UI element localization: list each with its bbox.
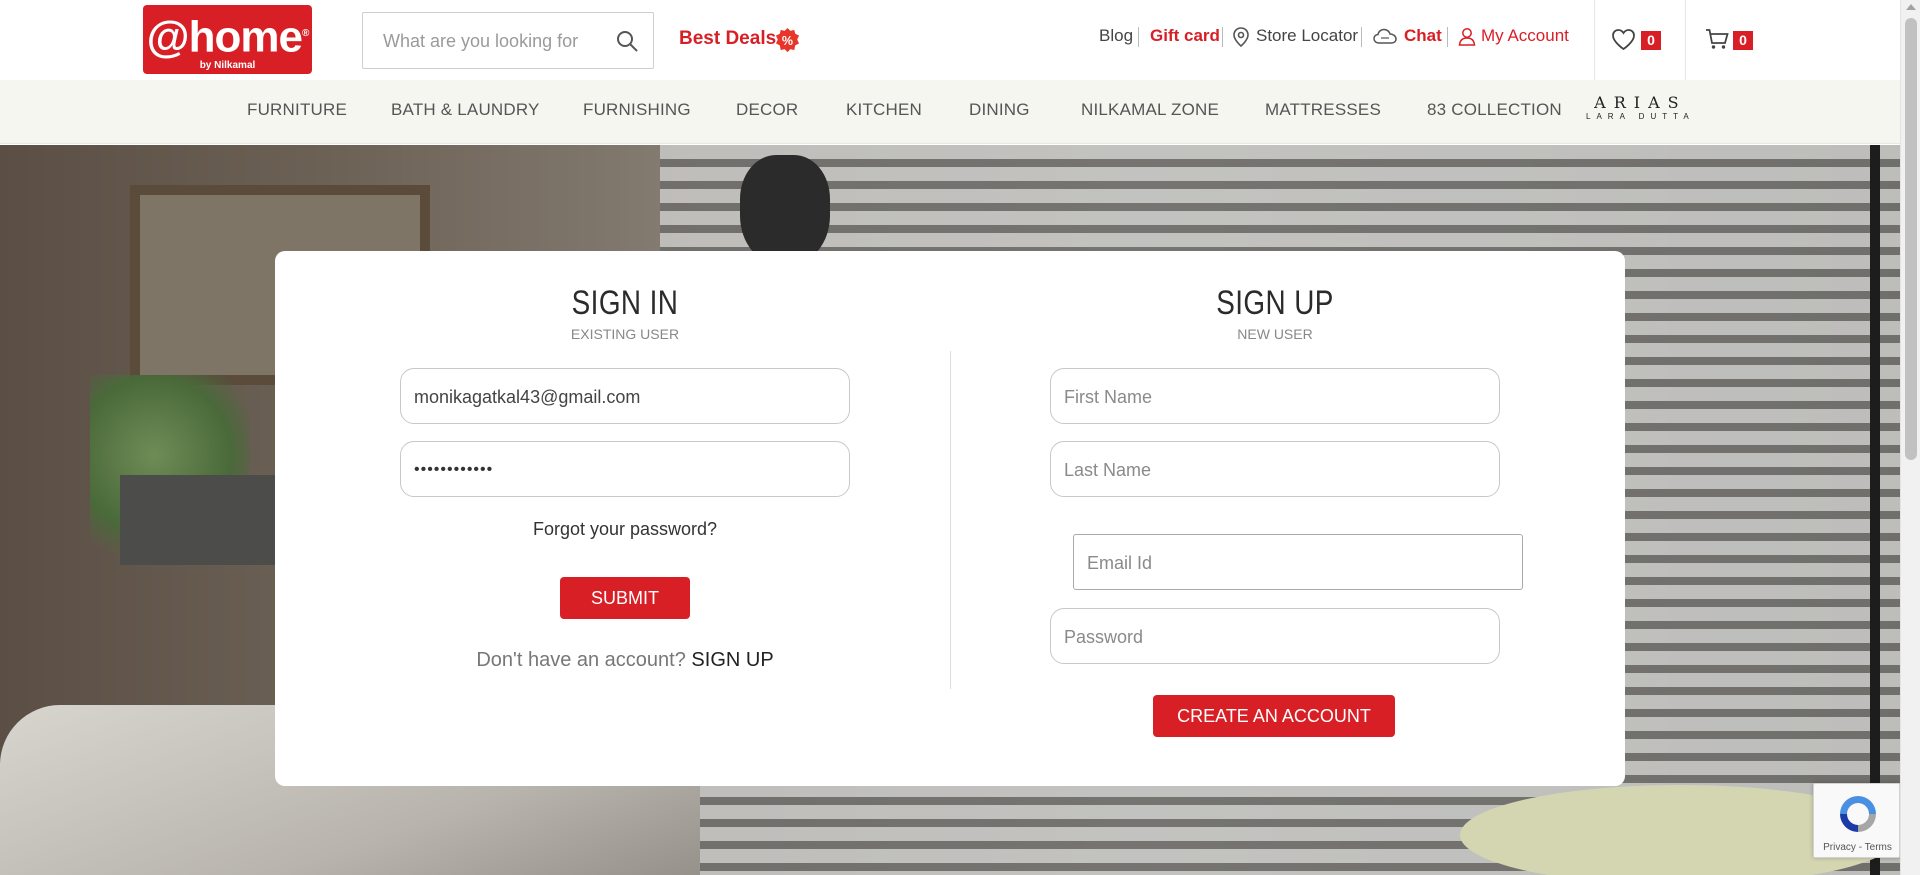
signup-prompt: Don't have an account? SIGN UP bbox=[400, 649, 850, 672]
create-account-button[interactable]: CREATE AN ACCOUNT bbox=[1153, 695, 1395, 737]
chat-cloud-icon[interactable] bbox=[1373, 28, 1397, 46]
recaptcha-badge[interactable]: Privacy - Terms bbox=[1813, 783, 1900, 858]
nav-item-nilkamal-zone[interactable]: NILKAMAL ZONE bbox=[1081, 100, 1219, 120]
lamp bbox=[740, 155, 830, 265]
signup-title: SIGN UP bbox=[1216, 284, 1334, 322]
my-account-link[interactable]: My Account bbox=[1481, 26, 1569, 46]
location-pin-icon[interactable] bbox=[1232, 27, 1250, 47]
heart-icon[interactable] bbox=[1611, 28, 1636, 51]
divider bbox=[1138, 27, 1139, 47]
discount-badge-text: % bbox=[782, 34, 793, 48]
signin-subtitle: EXISTING USER bbox=[570, 326, 680, 342]
first-name-placeholder: First Name bbox=[1064, 387, 1153, 407]
signup-subtitle: NEW USER bbox=[1237, 326, 1313, 342]
discount-badge-icon[interactable]: % bbox=[774, 27, 801, 54]
nav-item-dining[interactable]: DINING bbox=[969, 100, 1030, 120]
divider bbox=[1222, 27, 1223, 47]
divider bbox=[1447, 27, 1448, 47]
logo-sub-text: by Nilkamal bbox=[199, 59, 256, 71]
arias-logo-text: ARIAS bbox=[1594, 93, 1687, 112]
blog-link[interactable]: Blog bbox=[1099, 26, 1133, 46]
user-icon[interactable] bbox=[1458, 27, 1476, 46]
nav-item-furniture[interactable]: FURNITURE bbox=[247, 100, 347, 120]
last-name-field[interactable]: Last Name bbox=[1050, 441, 1500, 497]
recaptcha-terms[interactable]: Privacy - Terms bbox=[1814, 842, 1901, 853]
forgot-password-link[interactable]: Forgot your password? bbox=[400, 519, 850, 540]
logo-text: @home bbox=[146, 12, 303, 62]
wishlist-count-badge: 0 bbox=[1641, 31, 1661, 50]
signup-link[interactable]: SIGN UP bbox=[691, 649, 773, 671]
search-icon[interactable] bbox=[615, 29, 639, 53]
cart-count-badge: 0 bbox=[1733, 31, 1753, 50]
gift-card-link[interactable]: Gift card bbox=[1150, 26, 1220, 46]
nav-item-kitchen[interactable]: KITCHEN bbox=[846, 100, 922, 120]
signin-email-field[interactable]: monikagatkal43@gmail.com bbox=[400, 368, 850, 424]
arias-logo[interactable]: ARIAS LARA DUTTA bbox=[1586, 94, 1695, 122]
signin-password-value: •••••••••••• bbox=[414, 461, 494, 478]
registered-mark: ® bbox=[301, 28, 309, 39]
scroll-up-arrow-icon[interactable] bbox=[1906, 4, 1916, 10]
window-frame bbox=[1870, 145, 1880, 875]
nav-item-mattresses[interactable]: MATTRESSES bbox=[1265, 100, 1381, 120]
divider bbox=[1361, 27, 1362, 47]
chat-link[interactable]: Chat bbox=[1404, 26, 1442, 46]
auth-card: SIGN IN EXISTING USER monikagatkal43@gma… bbox=[275, 251, 1625, 786]
last-name-placeholder: Last Name bbox=[1064, 460, 1152, 480]
home-logo[interactable]: @home® by Nilkamal bbox=[143, 5, 312, 74]
column-divider bbox=[950, 351, 951, 689]
nav-item-83-collection[interactable]: 83 COLLECTION bbox=[1427, 100, 1562, 120]
submit-button[interactable]: SUBMIT bbox=[560, 577, 690, 619]
first-name-field[interactable]: First Name bbox=[1050, 368, 1500, 424]
search-box[interactable]: What are you looking for bbox=[362, 12, 654, 69]
search-input[interactable]: What are you looking for bbox=[383, 31, 578, 52]
page-scrollbar[interactable] bbox=[1900, 0, 1920, 875]
divider bbox=[1685, 0, 1686, 80]
cart-icon[interactable] bbox=[1705, 28, 1729, 50]
scroll-thumb[interactable] bbox=[1905, 18, 1917, 460]
signup-password-placeholder: Password bbox=[1064, 627, 1144, 647]
signup-email-field[interactable]: Email Id bbox=[1073, 534, 1523, 590]
signup-email-placeholder: Email Id bbox=[1087, 553, 1153, 573]
signup-password-field[interactable]: Password bbox=[1050, 608, 1500, 664]
no-account-text: Don't have an account? bbox=[476, 649, 686, 671]
nav-item-decor[interactable]: DECOR bbox=[736, 100, 798, 120]
signin-email-value: monikagatkal43@gmail.com bbox=[414, 387, 641, 407]
store-locator-link[interactable]: Store Locator bbox=[1256, 26, 1358, 46]
site-header: @home® by Nilkamal What are you looking … bbox=[0, 0, 1900, 80]
arias-logo-subtext: LARA DUTTA bbox=[1586, 112, 1695, 121]
best-deals-link[interactable]: Best Deals bbox=[679, 28, 776, 50]
nav-item-bath-laundry[interactable]: BATH & LAUNDRY bbox=[391, 100, 540, 120]
recaptcha-icon bbox=[1840, 796, 1876, 832]
signin-password-field[interactable]: •••••••••••• bbox=[400, 441, 850, 497]
nav-item-furnishing[interactable]: FURNISHING bbox=[583, 100, 691, 120]
divider bbox=[1594, 0, 1595, 80]
signin-title: SIGN IN bbox=[571, 284, 679, 322]
